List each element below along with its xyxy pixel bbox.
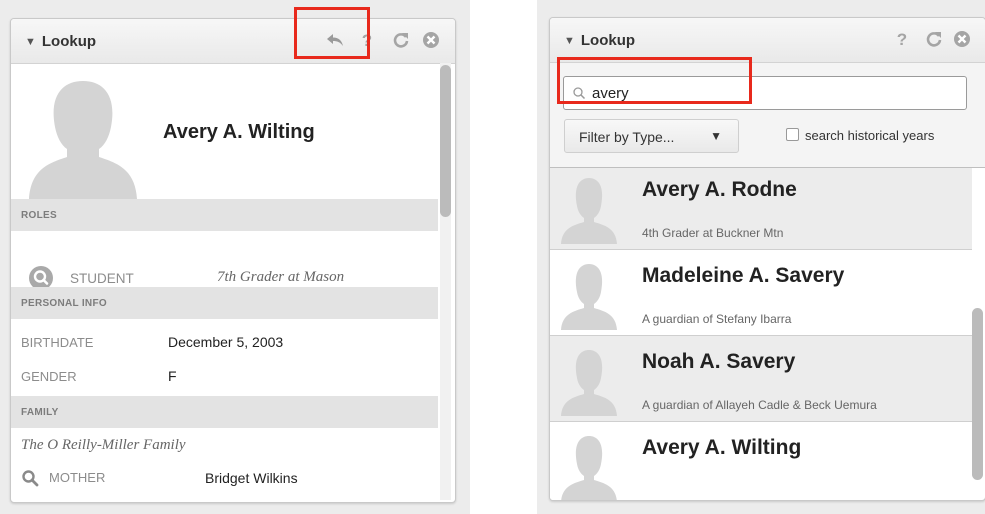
filter-label: Filter by Type... [579,129,675,145]
result-row[interactable]: Madeleine A. Savery A guardian of Stefan… [550,250,972,336]
family-section-header: FAMILY [11,396,438,428]
lookup-detail-panel: ▼ Lookup ? Avery A. Wilting ROLES STUDENT… [10,18,456,503]
result-avatar [561,178,617,244]
person-name: Avery A. Wilting [163,121,315,143]
collapse-triangle-icon[interactable]: ▼ [25,36,36,48]
results-list: Avery A. Rodne 4th Grader at Buckner Mtn… [550,168,985,500]
roles-section-header: ROLES [11,199,438,231]
refresh-icon[interactable] [391,30,411,50]
gender-label: GENDER [21,369,77,384]
filter-by-type-dropdown[interactable]: Filter by Type... ▼ [564,119,739,153]
historical-years-checkbox[interactable] [786,128,799,141]
personal-info-section-header: PERSONAL INFO [11,287,438,319]
scrollbar-thumb[interactable] [440,65,451,217]
close-icon[interactable] [421,30,441,50]
panel-header: ▼ Lookup ? [11,19,455,64]
scrollbar-thumb[interactable] [972,308,983,480]
refresh-icon[interactable] [924,29,944,49]
historical-years-option[interactable]: search historical years [786,128,934,143]
search-icon[interactable] [21,469,39,487]
role-label: STUDENT [70,271,134,286]
dropdown-arrow-icon: ▼ [710,129,722,143]
birthdate-label: BIRTHDATE [21,335,94,350]
family-name[interactable]: The O Reilly-Miller Family [21,437,186,454]
result-avatar [561,264,617,330]
panel-title[interactable]: ▼ Lookup [564,32,635,49]
result-row[interactable]: Avery A. Wilting [550,422,972,500]
result-avatar [561,436,617,500]
panel-title[interactable]: ▼ Lookup [25,33,96,50]
birthdate-value: December 5, 2003 [168,334,284,350]
gender-value: F [168,368,177,384]
result-subtitle: 4th Grader at Buckner Mtn [642,226,784,240]
result-subtitle: A guardian of Stefany Ibarra [642,312,792,326]
result-avatar [561,350,617,416]
svg-text:?: ? [897,30,907,49]
result-name: Madeleine A. Savery [642,264,845,287]
help-icon[interactable]: ? [892,29,912,49]
result-row[interactable]: Avery A. Rodne 4th Grader at Buckner Mtn [550,168,972,250]
collapse-triangle-icon[interactable]: ▼ [564,35,575,47]
person-avatar [29,81,137,199]
mother-label: MOTHER [49,470,106,485]
mother-name[interactable]: Bridget Wilkins [205,470,298,486]
historical-years-label: search historical years [805,128,935,143]
result-name: Avery A. Wilting [642,436,802,459]
result-name: Noah A. Savery [642,350,796,373]
role-detail: 7th Grader at Mason [217,269,345,285]
highlight-search-box [557,57,752,104]
highlight-back-button-box [294,7,370,59]
result-name: Avery A. Rodne [642,178,797,201]
close-icon[interactable] [952,29,972,49]
result-subtitle: A guardian of Allayeh Cadle & Beck Uemur… [642,398,877,412]
result-row[interactable]: Noah A. Savery A guardian of Allayeh Cad… [550,336,972,422]
